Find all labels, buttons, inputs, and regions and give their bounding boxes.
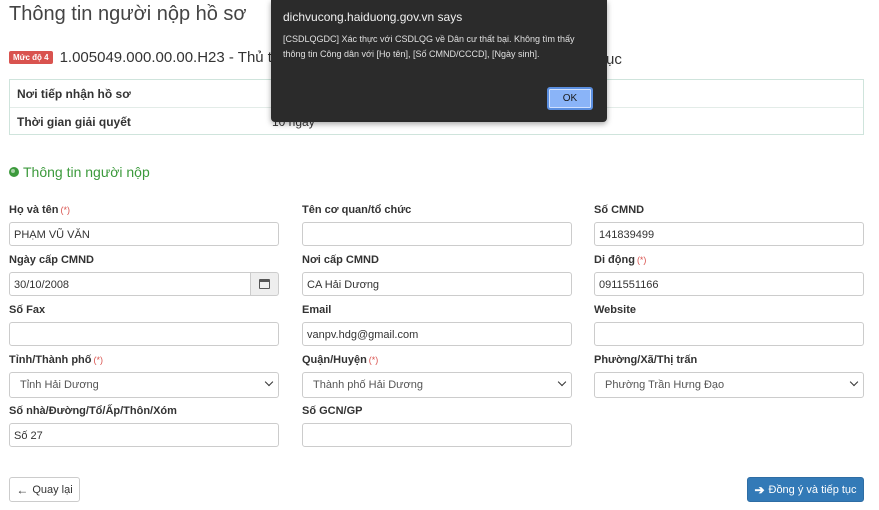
ward-select-value: Phường Trần Hưng Đạo <box>605 379 725 391</box>
organization-input[interactable] <box>302 222 572 246</box>
level-badge: Mức độ 4 <box>9 51 53 64</box>
district-label: Quận/Huyện (*) <box>302 354 378 366</box>
mobile-label: Di động (*) <box>594 254 646 266</box>
issue-place-label: Nơi cấp CMND <box>302 254 379 266</box>
fax-input[interactable] <box>9 322 279 346</box>
address-label: Số nhà/Đường/Tổ/Ấp/Thôn/Xóm <box>9 405 177 417</box>
info-label: Nơi tiếp nhận hồ sơ <box>17 87 131 101</box>
ward-select[interactable]: Phường Trần Hưng Đạo <box>594 372 864 398</box>
email-label: Email <box>302 304 332 316</box>
license-number-input[interactable] <box>302 423 572 447</box>
province-select[interactable]: Tỉnh Hải Dương <box>9 372 279 398</box>
agree-continue-label: Đồng ý và tiếp tục <box>768 483 857 496</box>
required-mark: (*) <box>93 355 103 365</box>
label-text: Di động <box>594 254 635 266</box>
procedure-title-tail: ục <box>606 51 622 68</box>
district-select[interactable]: Thành phố Hải Dương <box>302 372 572 398</box>
alert-dialog-message: [CSDLQGDC] Xác thực với CSDLQG về Dân cư… <box>283 34 575 59</box>
label-text: Tỉnh/Thành phố <box>9 354 92 366</box>
procedure-line: Mức độ 4 1.005049.000.00.00.H23 - Thủ tụ… <box>9 49 288 66</box>
province-label: Tỉnh/Thành phố (*) <box>9 354 103 366</box>
email-input[interactable]: vanpv.hdg@gmail.com <box>302 322 572 346</box>
issue-date-input[interactable]: 30/10/2008 <box>9 272 251 296</box>
chevron-down-icon <box>557 377 567 387</box>
website-input[interactable] <box>594 322 864 346</box>
section-title-text: Thông tin người nộp <box>23 164 150 180</box>
required-mark: (*) <box>60 205 71 215</box>
page-title: Thông tin người nộp hồ sơ <box>9 3 247 25</box>
info-label: Thời gian giải quyết <box>17 115 131 129</box>
chevron-down-icon <box>849 377 859 387</box>
ward-label: Phường/Xã/Thị trấn <box>594 354 698 366</box>
ok-button[interactable]: OK <box>547 87 593 110</box>
id-number-label: Số CMND <box>594 204 645 216</box>
calendar-icon <box>259 279 270 289</box>
issue-place-input[interactable]: CA Hải Dương <box>302 272 572 296</box>
district-select-value: Thành phố Hải Dương <box>313 379 423 391</box>
agree-continue-button[interactable]: ➔ Đồng ý và tiếp tục <box>747 477 864 502</box>
globe-icon <box>9 167 19 177</box>
back-button-label: Quay lại <box>32 483 73 496</box>
address-input[interactable]: Số 27 <box>9 423 279 447</box>
section-title: Thông tin người nộp <box>9 164 150 180</box>
back-button[interactable]: ← Quay lại <box>9 477 80 502</box>
required-mark: (*) <box>636 255 647 265</box>
organization-label: Tên cơ quan/tổ chức <box>302 204 412 216</box>
issue-date-label: Ngày cấp CMND <box>9 254 94 266</box>
arrow-right-icon: ➔ <box>754 482 765 497</box>
license-number-label: Số GCN/GP <box>302 405 363 417</box>
alert-dialog-title: dichvucong.haiduong.gov.vn says <box>283 10 463 24</box>
province-select-value: Tỉnh Hải Dương <box>20 379 99 391</box>
arrow-left-icon: ← <box>16 482 29 497</box>
id-number-input[interactable]: 141839499 <box>594 222 864 246</box>
website-label: Website <box>594 304 636 316</box>
mobile-input[interactable]: 0911551166 <box>594 272 864 296</box>
label-text: Quận/Huyện <box>302 354 367 366</box>
chevron-down-icon <box>264 377 274 387</box>
alert-dialog: dichvucong.haiduong.gov.vn says [CSDLQGD… <box>271 0 607 122</box>
required-mark: (*) <box>368 355 379 365</box>
full-name-label: Họ và tên (*) <box>9 204 70 216</box>
full-name-input[interactable]: PHẠM VŨ VĂN <box>9 222 279 246</box>
fax-label: Số Fax <box>9 304 46 316</box>
label-text: Họ và tên <box>9 204 59 216</box>
procedure-title: 1.005049.000.00.00.H23 - Thủ tục <box>59 49 288 66</box>
calendar-button[interactable] <box>250 272 279 296</box>
